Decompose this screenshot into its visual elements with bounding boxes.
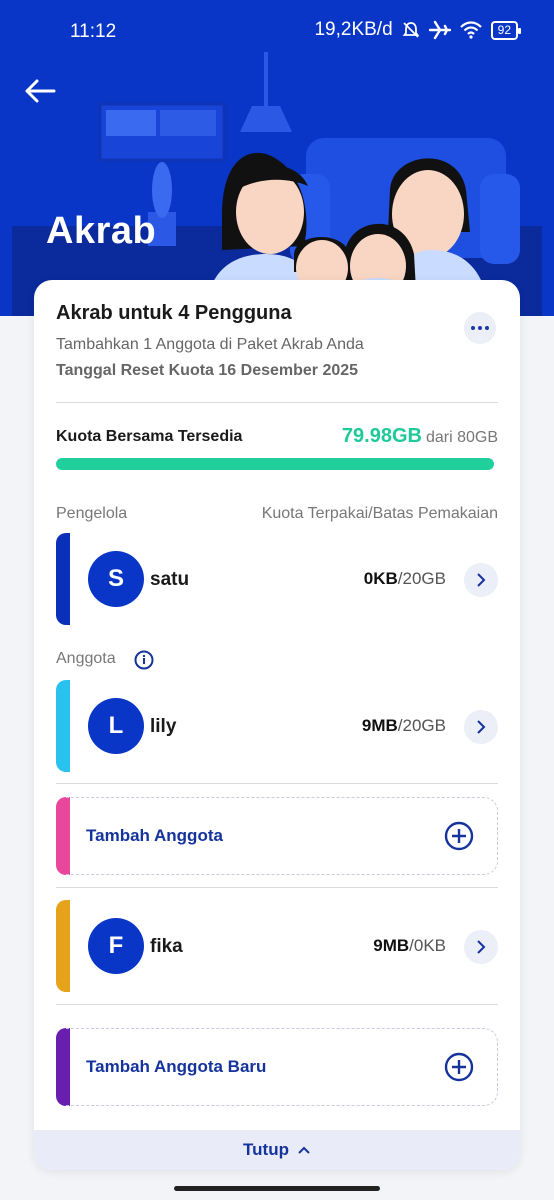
back-arrow-icon[interactable] [22, 76, 58, 106]
chevron-right-button[interactable] [464, 563, 498, 597]
avatar: S [88, 551, 144, 607]
airplane-icon [428, 20, 451, 40]
avatar: L [88, 698, 144, 754]
family-illustration [12, 52, 542, 316]
usage-column-header: Kuota Terpakai/Batas Pemakaian [261, 505, 498, 522]
members-label-text: Anggota [56, 650, 116, 667]
divider [56, 887, 498, 888]
member-name: satu [150, 569, 190, 590]
member-name: lily [150, 716, 177, 737]
close-label: Tutup [243, 1140, 289, 1159]
plus-circle-icon [444, 1052, 474, 1082]
quota-total: dari 80GB [425, 429, 498, 446]
member-usage: 9MB/20GB [362, 716, 446, 736]
members-section-label: Anggota [56, 650, 116, 668]
shared-quota-value: 79.98GB dari 80GB [342, 425, 498, 448]
quota-reset-date: Tanggal Reset Kuota 16 Desember 2025 [56, 362, 359, 379]
wifi-icon [459, 21, 482, 39]
home-indicator[interactable] [174, 1186, 380, 1191]
member-color-bar [56, 533, 70, 625]
plus-circle-icon [444, 821, 474, 851]
member-row[interactable]: F fika 9MB/0KB [56, 900, 498, 992]
page-title: Akrab [46, 210, 157, 252]
chevron-right-icon [477, 940, 486, 954]
package-title: Akrab untuk 4 Pengguna [56, 302, 292, 324]
member-name: fika [150, 936, 183, 957]
member-usage: 0KB/20GB [364, 569, 446, 589]
quota-progress-bar [56, 458, 494, 470]
add-new-member-label: Tambah Anggota Baru [86, 1057, 267, 1076]
quota-available: 79.98GB [341, 425, 422, 447]
dot-icon [471, 326, 475, 330]
network-speed: 19,2KB/d [314, 19, 393, 40]
dot-icon [478, 326, 482, 330]
quota-progress-fill [56, 458, 494, 470]
screen: 11:12 19,2KB/d 92 Akrab Akrab untuk 4 Pe… [0, 0, 554, 1200]
usage-limit: /20GB [397, 569, 446, 588]
member-row[interactable]: L lily 9MB/20GB [56, 680, 498, 772]
usage-limit: /0KB [409, 936, 446, 955]
divider [56, 1004, 498, 1005]
divider [56, 783, 498, 784]
battery-indicator: 92 [490, 20, 522, 40]
chevron-right-icon [477, 573, 486, 587]
manager-row[interactable]: S satu 0KB/20GB [56, 533, 498, 625]
manager-section-label: Pengelola [56, 505, 128, 522]
chevron-right-icon [477, 720, 486, 734]
divider [56, 402, 498, 403]
close-button[interactable]: Tutup [34, 1130, 520, 1170]
status-icons: 19,2KB/d 92 [314, 19, 522, 41]
member-color-bar [56, 680, 70, 772]
usage-limit: /20GB [397, 716, 446, 735]
mute-bell-icon [402, 22, 419, 38]
status-time: 11:12 [70, 21, 117, 42]
more-options-button[interactable] [464, 312, 496, 344]
usage-used: 9MB [361, 716, 398, 735]
shared-quota-label: Kuota Bersama Tersedia [56, 428, 243, 445]
chevron-right-button[interactable] [464, 930, 498, 964]
status-bar: 11:12 19,2KB/d 92 [0, 0, 554, 62]
chevron-up-icon [298, 1146, 310, 1154]
package-subtitle: Tambahkan 1 Anggota di Paket Akrab Anda [56, 336, 364, 353]
chevron-right-button[interactable] [464, 710, 498, 744]
member-usage: 9MB/0KB [373, 936, 446, 956]
info-icon[interactable] [134, 650, 154, 670]
add-member-button[interactable]: Tambah Anggota [56, 797, 498, 875]
plan-card: Akrab untuk 4 Pengguna Tambahkan 1 Anggo… [34, 280, 520, 1170]
add-member-label: Tambah Anggota [86, 826, 223, 845]
member-color-bar [56, 900, 70, 992]
header-banner: 11:12 19,2KB/d 92 Akrab [0, 0, 554, 316]
add-new-member-button[interactable]: Tambah Anggota Baru [56, 1028, 498, 1106]
avatar: F [88, 918, 144, 974]
usage-used: 0KB [363, 569, 398, 588]
usage-used: 9MB [373, 936, 410, 955]
dot-icon [485, 326, 489, 330]
